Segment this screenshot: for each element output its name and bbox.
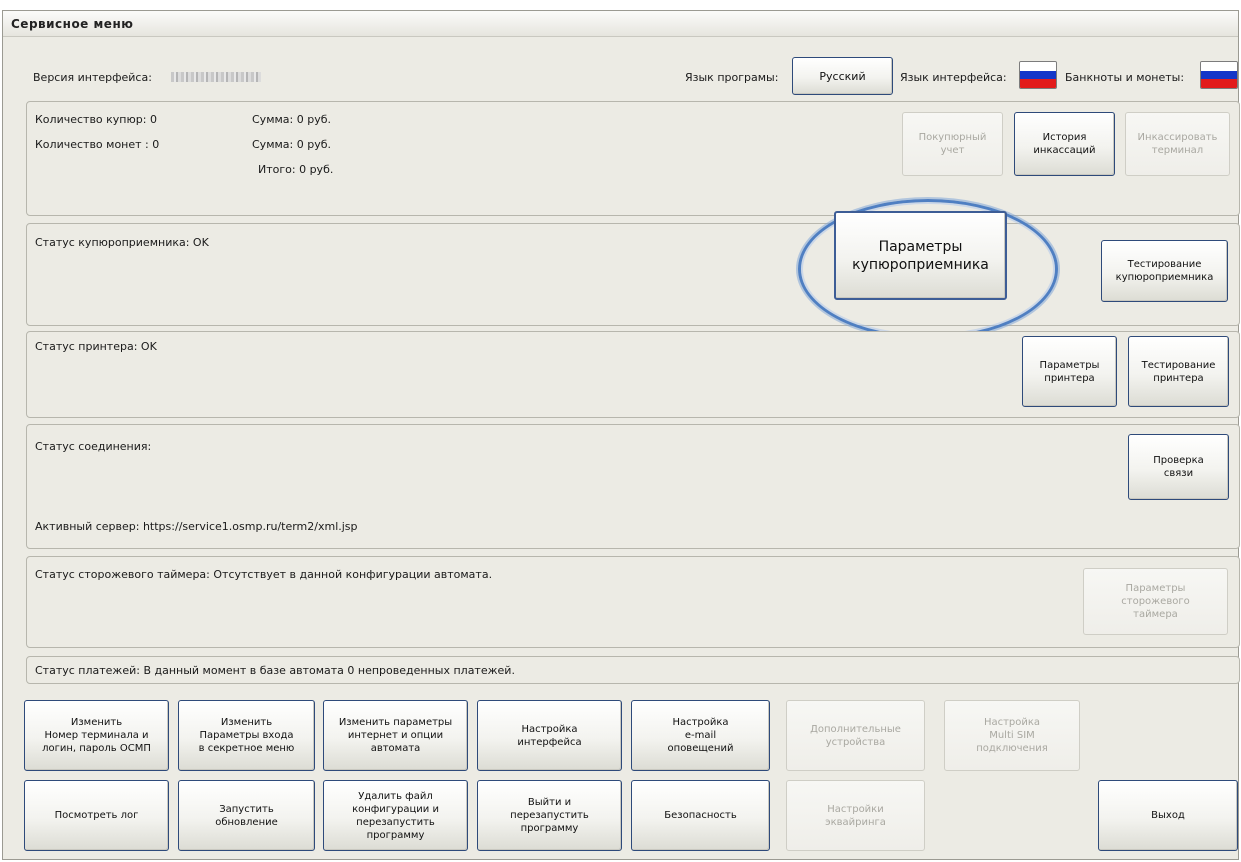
multi-sim-settings-button[interactable]: Настройка Multi SIM подключения (944, 700, 1080, 771)
total-sum: Итого: 0 руб. (258, 163, 334, 176)
bill-acceptor-status: Статус купюроприемника: OK (35, 236, 209, 249)
printer-test-button[interactable]: Тестирование принтера (1128, 336, 1229, 407)
run-update-button[interactable]: Запустить обновление (178, 780, 315, 851)
notes-sum: Сумма: 0 руб. (252, 113, 331, 126)
change-internet-params-button[interactable]: Изменить параметры интернет и опции авто… (323, 700, 468, 771)
program-language-label: Язык програмы: (685, 71, 779, 84)
collection-history-button[interactable]: История инкассаций (1014, 112, 1115, 176)
bill-acceptor-test-button[interactable]: Тестирование купюроприемника (1101, 240, 1228, 302)
change-terminal-login-button[interactable]: Изменить Номер терминала и логин, пароль… (24, 700, 169, 771)
notes-count: Количество купюр: 0 (35, 113, 157, 126)
acquiring-settings-button[interactable]: Настройки эквайринга (786, 780, 925, 851)
interface-language-flag-icon[interactable] (1019, 61, 1057, 89)
view-log-button[interactable]: Посмотреть лог (24, 780, 169, 851)
printer-status: Статус принтера: OK (35, 340, 157, 353)
version-label: Версия интерфейса: (33, 71, 152, 84)
window-title: Сервисное меню (3, 11, 1238, 37)
email-notifications-button[interactable]: Настройка e-mail оповещений (631, 700, 770, 771)
connection-check-button[interactable]: Проверка связи (1128, 434, 1229, 500)
payments-status: Статус платежей: В данный момент в базе … (35, 664, 515, 677)
active-server: Активный сервер: https://service1.osmp.r… (35, 520, 358, 533)
printer-params-button[interactable]: Параметры принтера (1022, 336, 1117, 407)
notes-coins-label: Банкноты и монеты: (1065, 71, 1185, 84)
service-menu-window: Сервисное меню Версия интерфейса: Язык п… (2, 10, 1240, 860)
connection-status: Статус соединения: (35, 440, 152, 453)
coins-count: Количество монет : 0 (35, 138, 160, 151)
watchdog-status: Статус сторожевого таймера: Отсутствует … (35, 568, 493, 581)
change-secret-menu-params-button[interactable]: Изменить Параметры входа в секретное мен… (178, 700, 315, 771)
exit-button[interactable]: Выход (1098, 780, 1238, 851)
delete-config-restart-button[interactable]: Удалить файл конфигурации и перезапустит… (323, 780, 468, 851)
notes-coins-flag-icon[interactable] (1200, 61, 1238, 89)
version-value-redacted (171, 72, 261, 82)
additional-devices-button[interactable]: Дополнительные устройства (786, 700, 925, 771)
exit-restart-button[interactable]: Выйти и перезапустить программу (477, 780, 622, 851)
security-button[interactable]: Безопасность (631, 780, 770, 851)
interface-settings-button[interactable]: Настройка интерфейса (477, 700, 622, 771)
program-language-button[interactable]: Русский (792, 57, 893, 95)
buyer-account-button[interactable]: Покупюрный учет (902, 112, 1003, 176)
watchdog-params-button[interactable]: Параметры сторожевого таймера (1083, 568, 1228, 635)
interface-language-label: Язык интерфейса: (900, 71, 1007, 84)
bill-acceptor-params-button[interactable]: Параметры купюроприемника (834, 211, 1007, 300)
collect-terminal-button[interactable]: Инкассировать терминал (1125, 112, 1230, 176)
coins-sum: Сумма: 0 руб. (252, 138, 331, 151)
